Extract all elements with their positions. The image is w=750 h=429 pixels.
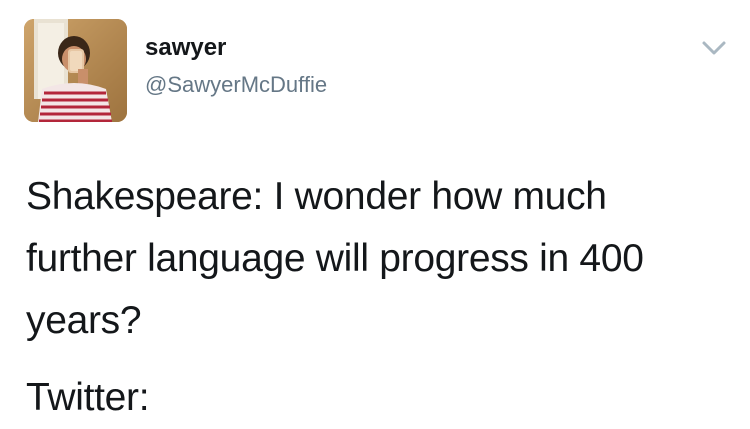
chevron-down-icon[interactable] [700, 38, 728, 58]
tweet-text-paragraph: Shakespeare: I wonder how much further l… [26, 175, 644, 342]
tweet-text-paragraph: Twitter: [26, 376, 150, 419]
author-handle[interactable]: @SawyerMcDuffie [145, 72, 327, 98]
tweet-text: Shakespeare: I wonder how much further l… [26, 166, 726, 429]
author-avatar[interactable] [24, 19, 127, 122]
tweet-card: sawyer @SawyerMcDuffie Shakespeare: I wo… [0, 0, 750, 419]
profile-photo-icon [24, 19, 127, 122]
author-display-name[interactable]: sawyer [145, 34, 226, 62]
